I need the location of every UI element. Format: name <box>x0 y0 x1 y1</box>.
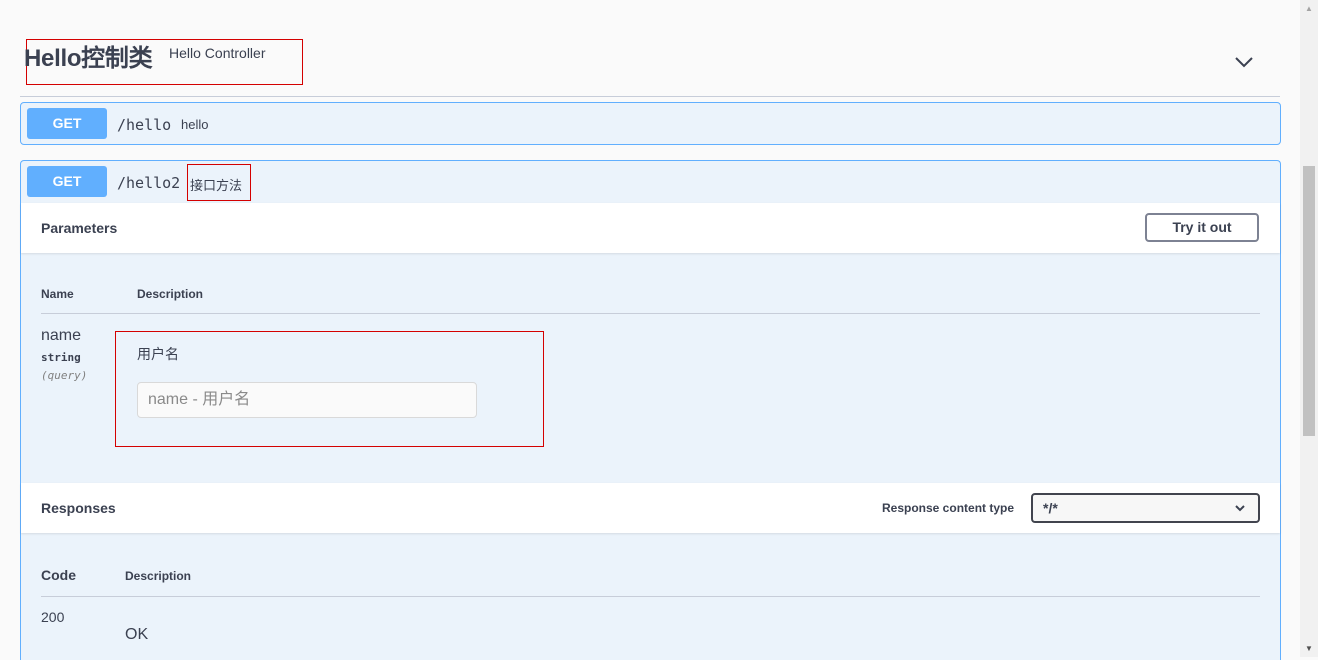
tag-description: Hello Controller <box>169 45 266 61</box>
vertical-scrollbar[interactable]: ▲ ▼ <box>1300 0 1318 657</box>
swagger-page: Hello控制类 Hello Controller GET /hello hel… <box>0 0 1300 660</box>
responses-title: Responses <box>41 500 116 516</box>
opblock-get-hello2: GET /hello2 接口方法 Parameters Try it out N… <box>20 160 1281 660</box>
response-description: OK <box>125 626 149 643</box>
operation-summary: hello <box>181 117 209 132</box>
column-header-name: Name <box>41 287 74 301</box>
scroll-down-arrow-icon[interactable]: ▼ <box>1300 640 1318 657</box>
try-it-out-button[interactable]: Try it out <box>1145 213 1259 242</box>
divider <box>41 596 1260 597</box>
chevron-down-icon <box>1235 505 1245 512</box>
opblock-summary[interactable]: GET /hello hello <box>21 103 1280 144</box>
tag-section-header[interactable]: Hello控制类 Hello Controller <box>20 30 1280 97</box>
column-header-code: Code <box>41 567 76 583</box>
param-description: 用户名 <box>137 346 179 362</box>
param-name-input[interactable] <box>137 382 477 418</box>
column-header-description: Description <box>125 569 192 583</box>
tag-title: Hello控制类 <box>24 45 153 72</box>
opblock-summary[interactable]: GET /hello2 接口方法 <box>21 161 1280 202</box>
divider <box>41 313 1260 314</box>
parameters-title: Parameters <box>41 220 118 236</box>
scrollbar-thumb[interactable] <box>1303 166 1315 436</box>
operation-path: /hello <box>117 116 172 134</box>
parameters-header: Parameters Try it out <box>21 203 1280 253</box>
responses-header: Responses Response content type */* <box>21 483 1280 533</box>
operation-path: /hello2 <box>117 174 181 192</box>
opblock-get-hello[interactable]: GET /hello hello <box>20 102 1281 145</box>
content-type-select[interactable]: */* <box>1031 493 1260 523</box>
param-name: name <box>41 327 82 344</box>
operation-summary: 接口方法 <box>190 178 243 193</box>
scroll-up-arrow-icon[interactable]: ▲ <box>1300 0 1318 17</box>
method-badge: GET <box>27 108 107 139</box>
content-type-label: Response content type <box>882 501 1015 515</box>
param-type: string <box>41 351 81 364</box>
column-header-description: Description <box>137 287 204 301</box>
method-badge: GET <box>27 166 107 197</box>
param-location: (query) <box>41 369 88 382</box>
chevron-down-icon[interactable] <box>1232 50 1256 74</box>
content-type-value: */* <box>1043 500 1058 516</box>
response-code: 200 <box>41 609 65 625</box>
